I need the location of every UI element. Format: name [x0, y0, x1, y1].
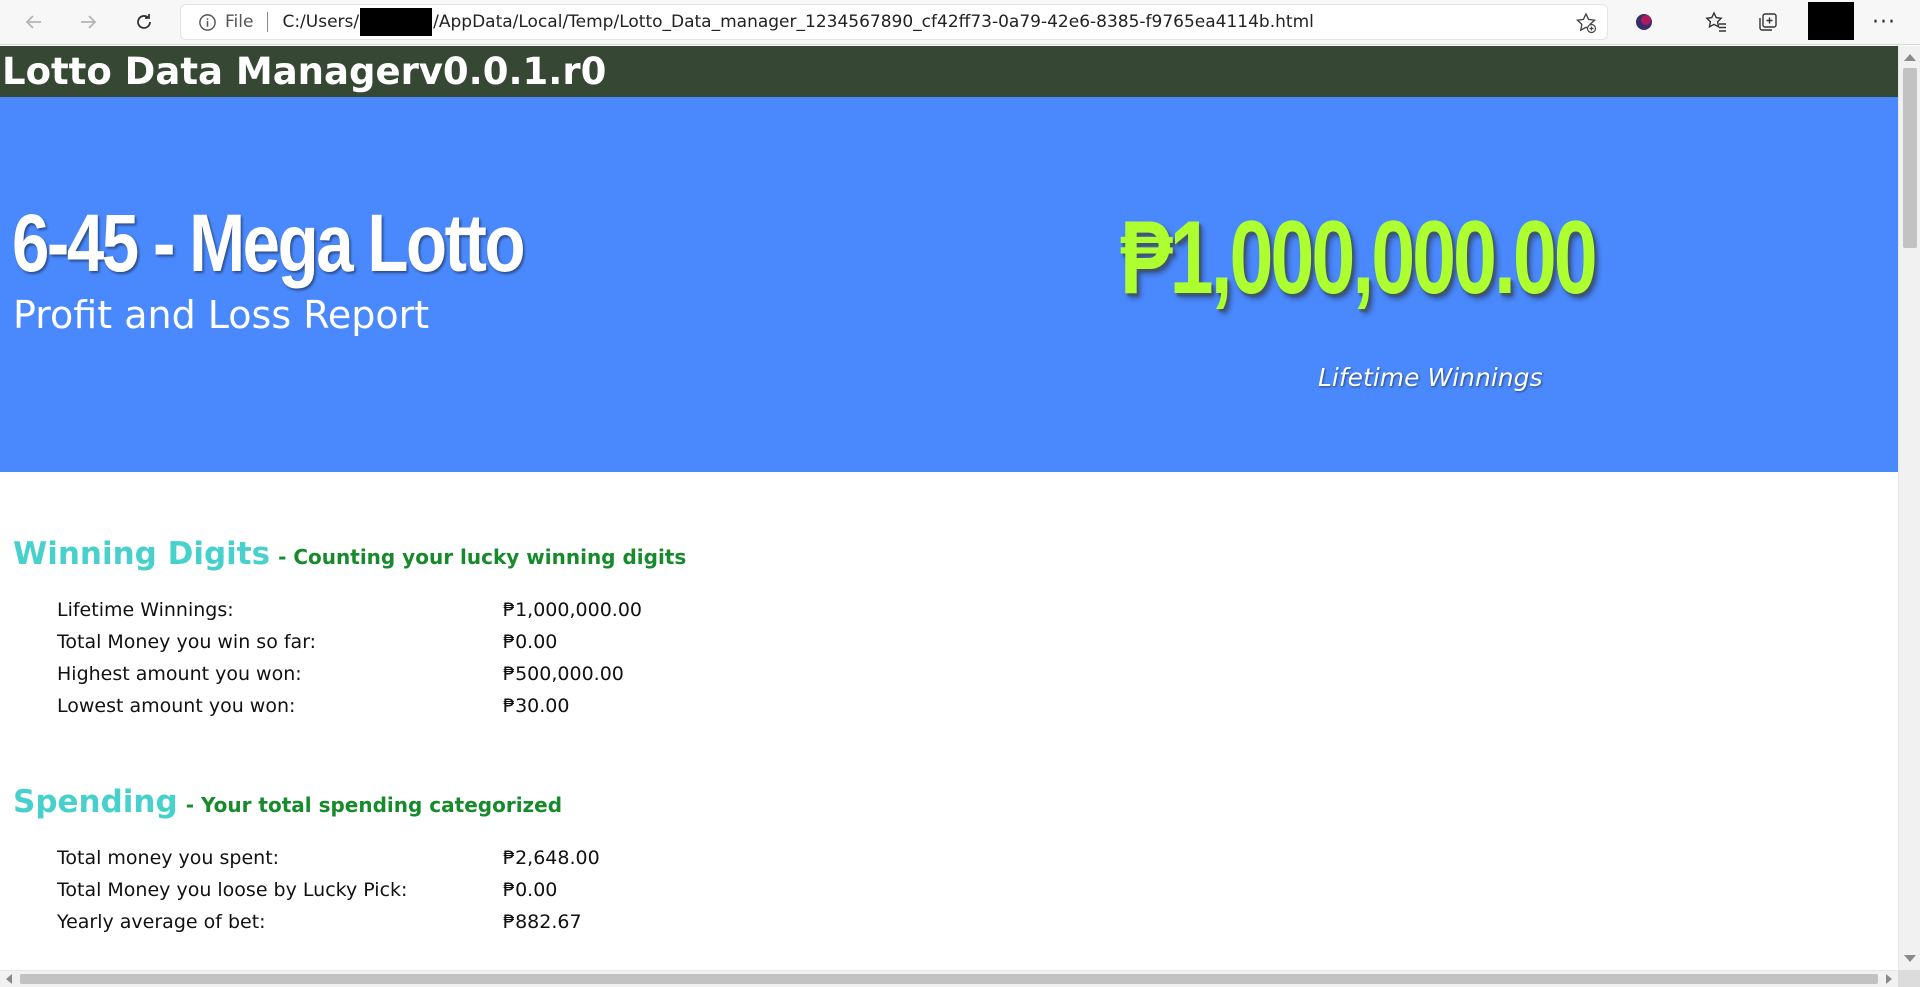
section-heading: Winning Digits - Counting your lucky win…	[13, 536, 1898, 572]
redacted-username	[360, 8, 433, 36]
stat-row: Total money you spent: ₱2,648.00	[57, 842, 1898, 874]
collections-icon	[1759, 13, 1777, 31]
horizontal-scroll-thumb[interactable]	[20, 974, 1878, 984]
lifetime-winnings-label: Lifetime Winnings	[1318, 363, 1543, 392]
url-text[interactable]: C:/Users/ /AppData/Local/Temp/Lotto_Data…	[282, 8, 1314, 36]
arrow-right-icon	[81, 15, 97, 29]
add-favorite-button[interactable]	[1575, 12, 1597, 34]
stats-list: Lifetime Winnings: ₱1,000,000.00 Total M…	[57, 594, 1898, 722]
more-icon[interactable]: ···	[1868, 7, 1900, 37]
hero-banner: 6-45 - Mega Lotto Profit and Loss Report…	[0, 97, 1898, 472]
section-title: Winning Digits	[13, 536, 271, 572]
extension-icon	[1636, 14, 1652, 30]
forward-button[interactable]	[72, 7, 104, 37]
address-bar[interactable]: File C:/Users/ /AppData/Local/Temp/Lotto…	[180, 4, 1608, 40]
app-header: Lotto Data Managerv0.0.1.r0	[0, 46, 1898, 97]
extension-button[interactable]	[1628, 7, 1660, 37]
section-subtitle: - Counting your lucky winning digits	[278, 545, 687, 569]
url-suffix: /AppData/Local/Temp/Lotto_Data_manager_1…	[433, 12, 1314, 32]
stat-value: ₱0.00	[503, 631, 558, 653]
spending-section: Spending - Your total spending categoriz…	[13, 784, 1898, 938]
stat-label: Yearly average of bet:	[57, 911, 266, 933]
vertical-scroll-thumb[interactable]	[1903, 68, 1917, 248]
favorites-button[interactable]	[1700, 7, 1732, 37]
browser-toolbar: File C:/Users/ /AppData/Local/Temp/Lotto…	[0, 0, 1920, 45]
scroll-left-arrow-icon[interactable]	[6, 974, 12, 984]
stat-label: Total money you spent:	[57, 847, 280, 869]
horizontal-scrollbar[interactable]	[0, 970, 1898, 987]
stat-value: ₱500,000.00	[503, 663, 624, 685]
section-subtitle: - Your total spending categorized	[185, 793, 563, 817]
stat-value: ₱0.00	[503, 879, 558, 901]
info-icon[interactable]	[197, 12, 217, 32]
stat-row: Total Money you loose by Lucky Pick: ₱0.…	[57, 874, 1898, 906]
page-viewport: Lotto Data Managerv0.0.1.r0 6-45 - Mega …	[0, 46, 1898, 970]
stat-value: ₱30.00	[503, 695, 570, 717]
stat-value: ₱1,000,000.00	[503, 599, 643, 621]
url-prefix: C:/Users/	[282, 12, 360, 32]
stat-row: Lifetime Winnings: ₱1,000,000.00	[57, 594, 1898, 626]
stat-label: Lifetime Winnings:	[57, 599, 234, 621]
stat-label: Total Money you win so far:	[57, 631, 317, 653]
game-title: 6-45 - Mega Lotto	[12, 198, 526, 289]
address-divider	[267, 12, 269, 32]
stat-label: Lowest amount you won:	[57, 695, 296, 717]
stat-row: Lowest amount you won: ₱30.00	[57, 690, 1898, 722]
stat-row: Yearly average of bet: ₱882.67	[57, 906, 1898, 938]
back-button[interactable]	[18, 7, 50, 37]
vertical-scrollbar[interactable]	[1898, 46, 1920, 970]
stat-row: Highest amount you won: ₱500,000.00	[57, 658, 1898, 690]
scroll-right-arrow-icon[interactable]	[1886, 974, 1892, 984]
arrow-left-icon	[25, 15, 41, 29]
section-title: Spending	[13, 784, 178, 820]
scroll-down-arrow-icon[interactable]	[1904, 955, 1916, 962]
stat-label: Highest amount you won:	[57, 663, 302, 685]
winning-digits-section: Winning Digits - Counting your lucky win…	[13, 536, 1898, 722]
section-heading: Spending - Your total spending categoriz…	[13, 784, 1898, 820]
scroll-up-arrow-icon[interactable]	[1904, 54, 1916, 61]
stat-row: Total Money you win so far: ₱0.00	[57, 626, 1898, 658]
scheme-label: File	[225, 12, 254, 32]
report-subtitle: Profit and Loss Report	[13, 293, 430, 337]
scrollbar-corner	[1898, 970, 1920, 987]
stats-list: Total money you spent: ₱2,648.00 Total M…	[57, 842, 1898, 938]
stat-label: Total Money you loose by Lucky Pick:	[57, 879, 408, 901]
stat-value: ₱2,648.00	[503, 847, 600, 869]
stat-value: ₱882.67	[503, 911, 582, 933]
refresh-button[interactable]	[128, 7, 160, 37]
favorites-icon	[1705, 11, 1726, 32]
profile-avatar[interactable]	[1808, 2, 1854, 40]
collections-button[interactable]	[1752, 7, 1784, 37]
star-plus-icon	[1575, 12, 1597, 34]
refresh-icon	[137, 14, 151, 29]
lifetime-winnings-amount: ₱1,000,000.00	[1120, 200, 1598, 316]
